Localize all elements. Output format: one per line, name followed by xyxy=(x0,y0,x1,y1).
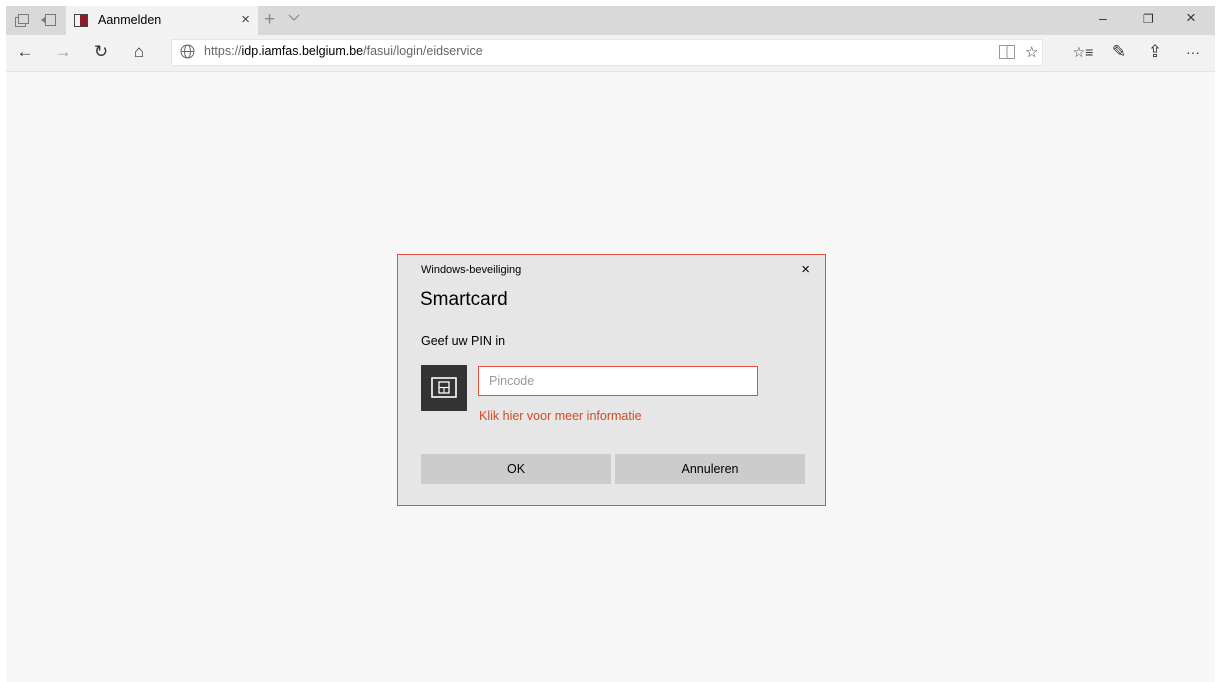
address-bar[interactable]: https://idp.iamfas.belgium.be/fasui/logi… xyxy=(171,39,1043,66)
dialog-close-icon[interactable]: × xyxy=(801,261,810,278)
navigation-bar: ← → ↻ ⌂ https://idp.iamfas.belgium.be/fa… xyxy=(6,35,1215,72)
more-info-link[interactable]: Klik hier voor meer informatie xyxy=(479,409,642,423)
new-tab-icon[interactable]: + xyxy=(264,9,275,31)
minimize-icon[interactable]: – xyxy=(1099,10,1107,26)
share-icon[interactable]: ⇪ xyxy=(1144,41,1166,63)
url-prefix: https:// xyxy=(204,44,242,58)
close-window-icon[interactable]: × xyxy=(1186,8,1196,28)
web-notes-icon[interactable]: ✎ xyxy=(1108,41,1130,63)
tab-bar: Aanmelden × + – ❐ × xyxy=(6,6,1215,35)
refresh-icon[interactable]: ↻ xyxy=(90,41,112,63)
reading-view-icon[interactable] xyxy=(999,45,1015,59)
url-text[interactable]: https://idp.iamfas.belgium.be/fasui/logi… xyxy=(204,44,483,58)
tab-preview-chevron-icon[interactable] xyxy=(288,12,300,24)
more-icon[interactable]: ··· xyxy=(1182,41,1204,63)
windows-security-dialog: Windows-beveiliging × Smartcard Geef uw … xyxy=(397,254,826,506)
restore-icon[interactable]: ❐ xyxy=(1143,12,1154,26)
site-favicon-icon xyxy=(74,14,88,27)
url-path: /fasui/login/eidservice xyxy=(363,44,483,58)
globe-icon xyxy=(180,44,195,59)
favorite-star-icon[interactable]: ☆ xyxy=(1025,43,1038,61)
dialog-caption: Windows-beveiliging xyxy=(421,264,522,276)
smartcard-icon xyxy=(421,365,467,411)
dialog-title: Smartcard xyxy=(420,289,508,310)
forward-icon[interactable]: → xyxy=(52,41,74,63)
cancel-button[interactable]: Annuleren xyxy=(615,454,805,484)
ok-button[interactable]: OK xyxy=(421,454,611,484)
tab-close-icon[interactable]: × xyxy=(241,11,250,28)
tab-manager-icon[interactable] xyxy=(14,12,30,28)
home-icon[interactable]: ⌂ xyxy=(128,41,150,63)
url-domain: idp.iamfas.belgium.be xyxy=(241,44,364,58)
tab-title: Aanmelden xyxy=(98,13,162,27)
favorites-hub-icon[interactable]: ☆≡ xyxy=(1072,41,1094,63)
tab-aanmelden[interactable]: Aanmelden × xyxy=(66,6,258,35)
pin-prompt: Geef uw PIN in xyxy=(421,334,506,348)
back-icon[interactable]: ← xyxy=(14,41,36,63)
pin-input[interactable] xyxy=(478,366,758,396)
browser-window: Aanmelden × + – ❐ × ← → ↻ ⌂ https://idp.… xyxy=(6,6,1215,682)
tabs-aside-icon[interactable] xyxy=(40,12,56,28)
